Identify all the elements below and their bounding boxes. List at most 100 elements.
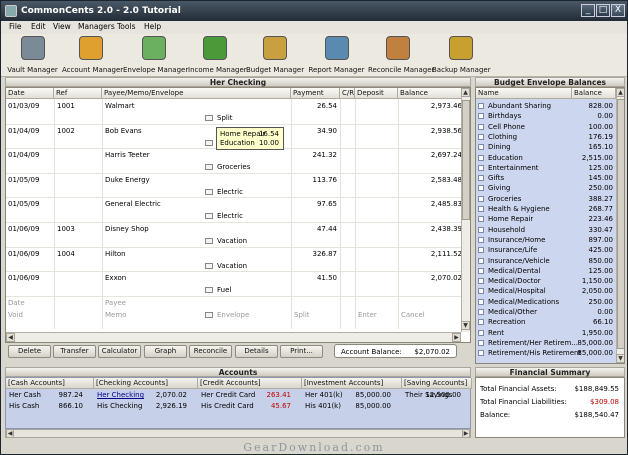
menu-help[interactable]: Help xyxy=(144,22,161,31)
toolbar-account-button[interactable]: Account Manager xyxy=(62,36,123,76)
scroll-left-arrow[interactable]: ◀ xyxy=(6,429,14,438)
envelope-checkbox[interactable] xyxy=(478,133,484,140)
envelope-item[interactable]: Abundant Sharing 828.00 xyxy=(476,101,616,111)
new-envelope-field[interactable]: Envelope xyxy=(217,311,249,319)
account-group-header[interactable]: [Cash Accounts] xyxy=(6,378,94,389)
envelope-item[interactable]: Retirement/His Retirement 85,000.00 xyxy=(476,348,616,358)
minimize-button[interactable]: _ xyxy=(581,4,595,17)
envelope-checkbox[interactable] xyxy=(478,350,484,357)
reconcile-button[interactable]: Reconcile xyxy=(189,345,232,358)
envelope-checkbox[interactable] xyxy=(478,247,484,254)
table-row[interactable]: 01/06/09 1004 Hilton 326.87 2,111.52 Vacation xyxy=(6,248,462,273)
envelope-checkbox[interactable] xyxy=(478,319,484,326)
envelope-item[interactable]: Home Repair 223.46 xyxy=(476,214,616,224)
envelope-item[interactable]: Household 330.47 xyxy=(476,225,616,235)
scroll-thumb[interactable] xyxy=(617,99,624,349)
envelope-item[interactable]: Insurance/Home 897.00 xyxy=(476,235,616,245)
details-button[interactable]: Details xyxy=(235,345,278,358)
toolbar-report-button[interactable]: Report Manager xyxy=(308,36,365,76)
table-row[interactable]: 01/04/09 Harris Teeter 241.32 2,697.24 Groce… xyxy=(6,149,462,174)
new-void-field[interactable]: Void xyxy=(8,311,23,319)
envelope-item[interactable]: Groceries 388.27 xyxy=(476,194,616,204)
menu-managers[interactable]: Managers xyxy=(78,22,115,31)
envelope-item[interactable]: Insurance/Life 425.00 xyxy=(476,245,616,255)
envelope-checkbox[interactable] xyxy=(478,329,484,336)
scroll-up-arrow[interactable]: ▲ xyxy=(616,88,624,97)
envelope-checkbox[interactable] xyxy=(478,339,484,346)
envelope-checkbox[interactable] xyxy=(478,123,484,130)
cancel-button[interactable]: Cancel xyxy=(401,311,425,319)
account-group-header[interactable]: [Checking Accounts] xyxy=(94,378,198,389)
envelope-item[interactable]: Cell Phone 100.00 xyxy=(476,122,616,132)
env-col-balance[interactable]: Balance xyxy=(572,88,616,99)
col-date[interactable]: Date xyxy=(6,88,54,99)
maximize-button[interactable]: □ xyxy=(596,4,610,17)
col-ref[interactable]: Ref xyxy=(54,88,102,99)
envelope-item[interactable]: Birthdays 0.00 xyxy=(476,111,616,121)
envelope-checkbox[interactable] xyxy=(478,154,484,161)
envelope-checkbox[interactable] xyxy=(478,175,484,182)
env-col-name[interactable]: Name xyxy=(476,88,572,99)
account-group-header[interactable]: [Investment Accounts] xyxy=(302,378,402,389)
toolbar-envelope-button[interactable]: Envelope Manager xyxy=(123,36,188,76)
envelope-vscroll[interactable]: ▲ ▼ xyxy=(616,88,624,363)
account-group-header[interactable]: [Credit Accounts] xyxy=(198,378,302,389)
scroll-left-arrow[interactable]: ◀ xyxy=(6,333,15,342)
new-payee-field[interactable]: Payee xyxy=(105,299,126,307)
register-hscroll[interactable]: ◀ ▶ xyxy=(6,332,461,342)
col-payment[interactable]: Payment xyxy=(291,88,340,99)
toolbar-reconcile-button[interactable]: Reconcile Manager xyxy=(368,36,434,76)
toolbar-vault-button[interactable]: Vault Manager xyxy=(5,36,60,76)
envelope-item[interactable]: Education 2,515.00 xyxy=(476,153,616,163)
menu-edit[interactable]: Edit xyxy=(31,22,46,31)
new-memo-field[interactable]: Memo xyxy=(105,311,126,319)
scroll-up-arrow[interactable]: ▲ xyxy=(461,88,470,97)
envelope-checkbox[interactable] xyxy=(478,278,484,285)
envelope-checkbox[interactable] xyxy=(478,309,484,315)
envelope-checkbox[interactable] xyxy=(478,103,484,109)
envelope-checkbox[interactable] xyxy=(478,226,484,233)
envelope-item[interactable]: Medical/Doctor 1,150.00 xyxy=(476,276,616,286)
envelope-checkbox[interactable] xyxy=(478,164,484,171)
envelope-item[interactable]: Giving 250.00 xyxy=(476,183,616,193)
calculator-button[interactable]: Calculator xyxy=(98,345,141,358)
col-payee[interactable]: Payee/Memo/Envelope xyxy=(102,88,291,99)
menu-view[interactable]: View xyxy=(53,22,71,31)
envelope-item[interactable]: Dining 165.10 xyxy=(476,142,616,152)
table-row[interactable]: 01/06/09 1003 Disney Shop 47.44 2,438.39 Vaca… xyxy=(6,223,462,248)
new-entry-row[interactable]: Date Payee Void Memo Envelope Split Enter Cance… xyxy=(6,297,461,322)
col-cr[interactable]: C/R xyxy=(340,88,355,99)
envelope-checkbox[interactable] xyxy=(478,267,484,274)
envelope-item[interactable]: Medical/Hospital 2,050.00 xyxy=(476,286,616,296)
toolbar-backup-button[interactable]: Backup Manager xyxy=(432,36,491,76)
envelope-checkbox[interactable] xyxy=(478,144,484,151)
envelope-item[interactable]: Entertainment 125.00 xyxy=(476,163,616,173)
table-row[interactable]: 01/06/09 Exxon 41.50 2,070.02 Fuel xyxy=(6,272,462,297)
envelope-item[interactable]: Medical/Medications 250.00 xyxy=(476,297,616,307)
envelope-item[interactable]: Medical/Other 0.00 xyxy=(476,307,616,317)
account-group-header[interactable]: [Saving Accounts] xyxy=(402,378,472,389)
envelope-checkbox[interactable] xyxy=(478,113,484,120)
envelope-item[interactable]: Retirement/Her Retirem... 85,000.00 xyxy=(476,338,616,348)
menu-tools[interactable]: Tools xyxy=(117,22,135,31)
graph-button[interactable]: Graph xyxy=(144,345,187,358)
envelope-checkbox[interactable] xyxy=(478,216,484,223)
close-button[interactable]: X xyxy=(611,4,625,17)
envelope-checkbox[interactable] xyxy=(478,195,484,202)
table-row[interactable]: 01/05/09 General Electric 97.65 2,485.83 Ele… xyxy=(6,198,462,223)
scroll-right-arrow[interactable]: ▶ xyxy=(462,429,470,438)
print-button[interactable]: Print... xyxy=(280,345,323,358)
delete-button[interactable]: Delete xyxy=(8,345,51,358)
scroll-down-arrow[interactable]: ▼ xyxy=(461,321,470,330)
scroll-thumb[interactable] xyxy=(462,100,470,220)
envelope-item[interactable]: Health & Hygiene 268.77 xyxy=(476,204,616,214)
register-vscroll[interactable]: ▲ ▼ xyxy=(461,88,470,332)
table-row[interactable]: 01/05/09 Duke Energy 113.76 2,583.48 Electri… xyxy=(6,174,462,199)
envelope-item[interactable]: Insurance/Vehicle 850.00 xyxy=(476,256,616,266)
envelope-checkbox[interactable] xyxy=(478,185,484,192)
new-date-field[interactable]: Date xyxy=(8,299,25,307)
menu-file[interactable]: File xyxy=(9,22,22,31)
scroll-right-arrow[interactable]: ▶ xyxy=(452,333,461,342)
accounts-hscroll[interactable]: ◀ ▶ xyxy=(5,429,471,438)
envelope-checkbox[interactable] xyxy=(478,288,484,295)
